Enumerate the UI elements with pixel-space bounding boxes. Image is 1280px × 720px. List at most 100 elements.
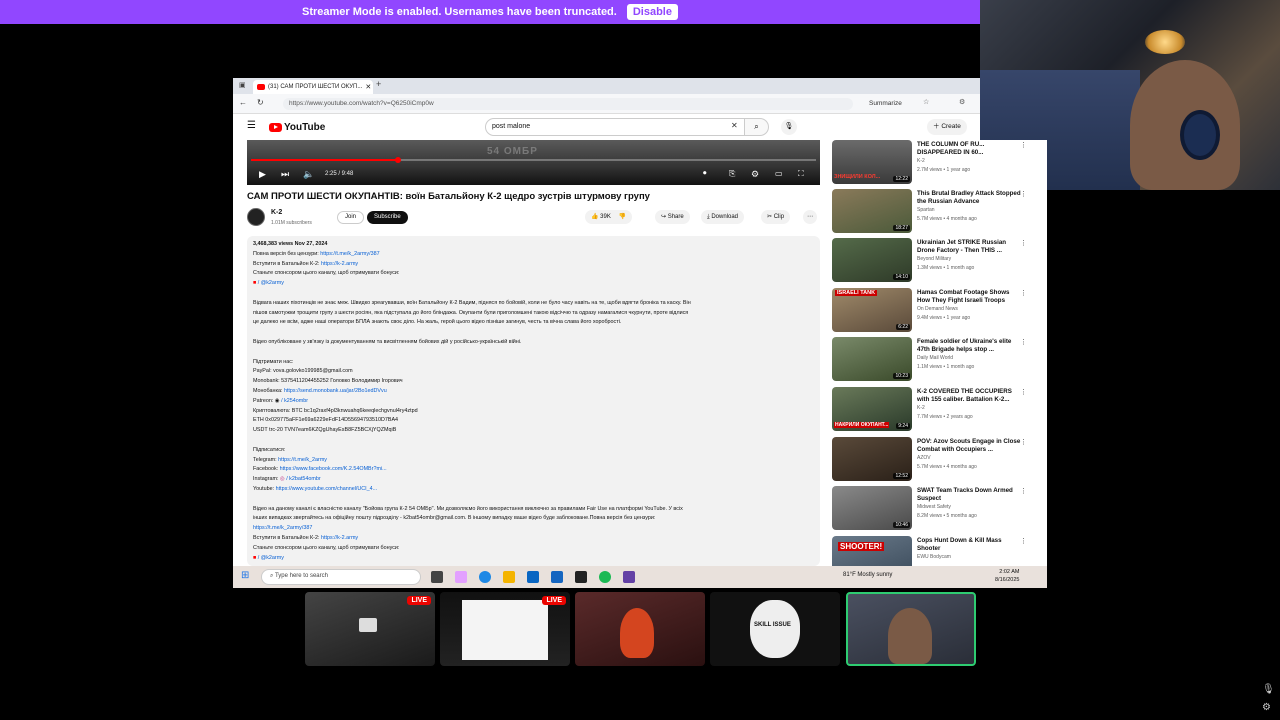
video-progress-bar[interactable] xyxy=(251,157,816,163)
recommendation-title[interactable]: Cops Hunt Down & Kill Mass Shooter xyxy=(917,537,1023,553)
desc-link[interactable]: / k2bat54ombr xyxy=(286,476,320,482)
refresh-icon[interactable]: ↻ xyxy=(257,98,264,107)
recommendation-thumbnail[interactable]: ISRAELI TANK 6:22 xyxy=(832,288,912,332)
more-vert-icon[interactable]: ⋮ xyxy=(1020,388,1027,396)
video-description[interactable]: 3,468,383 views Nov 27, 2024 Повна версі… xyxy=(247,236,820,566)
more-vert-icon[interactable]: ⋮ xyxy=(1020,190,1027,198)
desc-link[interactable]: / @k2army xyxy=(258,555,284,561)
stream-thumbnail[interactable]: LIVE xyxy=(305,592,435,666)
recommendation-title[interactable]: K-2 COVERED THE OCCUPIERS with 155 calib… xyxy=(917,388,1023,404)
desc-link[interactable]: / k254ombr xyxy=(281,398,308,404)
more-vert-icon[interactable]: ⋮ xyxy=(1020,438,1027,446)
stream-thumbnail[interactable]: LIVE xyxy=(440,592,570,666)
twitch-icon[interactable] xyxy=(623,571,635,583)
youtube-logo[interactable]: YouTube xyxy=(269,122,325,133)
recommendation-item[interactable]: 14:10 Ukrainian Jet STRIKE Russian Drone… xyxy=(832,238,1037,284)
more-vert-icon[interactable]: ⋮ xyxy=(1020,338,1027,346)
recommendation-title[interactable]: THE COLUMN OF RU... DISAPPEARED IN 60... xyxy=(917,141,1023,157)
recommendation-title[interactable]: Hamas Combat Footage Shows How They Figh… xyxy=(917,289,1023,305)
thumbs-down-icon[interactable]: 👎 xyxy=(619,214,626,220)
recommendation-item[interactable]: ЗНИЩИЛИ КОЛ... 12:22 THE COLUMN OF RU...… xyxy=(832,140,1037,186)
recommendation-title[interactable]: Female soldier of Ukraine's elite 47th B… xyxy=(917,338,1023,354)
spotify-icon[interactable] xyxy=(599,571,611,583)
tab-close-icon[interactable]: ✕ xyxy=(365,83,371,91)
back-icon[interactable]: ← xyxy=(239,98,247,107)
desc-link[interactable]: https://t.me/k_2army xyxy=(278,457,327,463)
recommendation-item[interactable]: ISRAELI TANK 6:22 Hamas Combat Footage S… xyxy=(832,288,1037,334)
stream-thumbnail-selected[interactable] xyxy=(846,592,976,666)
microphone-icon[interactable]: 🎙 xyxy=(1262,684,1275,695)
recommendation-item[interactable]: НАКРИЛИ ОКУПАНТ... 9:24 K-2 COVERED THE … xyxy=(832,387,1037,433)
app-icon[interactable] xyxy=(455,571,467,583)
desc-link[interactable]: https://k-2.army xyxy=(321,261,358,267)
subscribe-button[interactable]: Subscribe xyxy=(367,211,408,224)
more-vert-icon[interactable]: ⋮ xyxy=(1020,289,1027,297)
recommendation-thumbnail[interactable]: SHOOTER! xyxy=(832,536,912,566)
settings-gear-icon[interactable]: ⚙ xyxy=(751,169,759,180)
play-icon[interactable]: ▶ xyxy=(259,169,266,180)
weather-widget[interactable]: 81°F Mostly sunny xyxy=(843,572,892,578)
video-scrubber-handle[interactable] xyxy=(394,157,401,163)
recommendation-item[interactable]: 12:52 POV: Azov Scouts Engage in Close C… xyxy=(832,437,1037,483)
more-vert-icon[interactable]: ⋮ xyxy=(1020,141,1027,149)
recommendation-item[interactable]: SHOOTER! Cops Hunt Down & Kill Mass Shoo… xyxy=(832,536,1037,566)
taskbar-clock[interactable]: 2:02 AM 8/16/2025 xyxy=(995,568,1019,584)
tab-youtube-video[interactable]: (31) САМ ПРОТИ ШЕСТИ ОКУП... ✕ xyxy=(253,80,373,94)
recommendation-thumbnail[interactable]: НАКРИЛИ ОКУПАНТ... 9:24 xyxy=(832,387,912,431)
recommendation-thumbnail[interactable]: 12:52 xyxy=(832,437,912,481)
recommendation-thumbnail[interactable]: 10:23 xyxy=(832,337,912,381)
channel-avatar[interactable] xyxy=(247,208,265,226)
create-button[interactable]: ＋ Create xyxy=(927,119,967,135)
desc-link[interactable]: https://www.facebook.com/K.2.54OMBr?mi..… xyxy=(280,466,387,472)
desc-link[interactable]: / @k2army xyxy=(258,280,284,286)
channel-name[interactable]: K-2 xyxy=(271,209,282,216)
mail-icon[interactable] xyxy=(551,571,563,583)
store-icon[interactable] xyxy=(527,571,539,583)
recommendation-item[interactable]: 18:27 This Brutal Bradley Attack Stopped… xyxy=(832,189,1037,235)
taskbar-search-input[interactable]: ⌕ Type here to search xyxy=(261,569,421,585)
recommendation-thumbnail[interactable]: 14:10 xyxy=(832,238,912,282)
voice-search-button[interactable]: 🎙 xyxy=(781,119,797,135)
autoplay-toggle[interactable]: ⏺ xyxy=(703,170,707,178)
join-button[interactable]: Join xyxy=(337,211,365,224)
theater-mode-icon[interactable]: ▭ xyxy=(775,169,783,178)
new-tab-icon[interactable]: + xyxy=(376,79,381,89)
recommendation-title[interactable]: This Brutal Bradley Attack Stopped the R… xyxy=(917,190,1023,206)
file-explorer-icon[interactable] xyxy=(503,571,515,583)
recommendation-title[interactable]: POV: Azov Scouts Engage in Close Combat … xyxy=(917,438,1023,454)
obs-icon[interactable] xyxy=(575,571,587,583)
stream-thumbnail[interactable] xyxy=(575,592,705,666)
disable-streamer-mode-button[interactable]: Disable xyxy=(626,4,678,20)
share-button[interactable]: ↪ Share xyxy=(655,210,690,224)
extensions-icon[interactable]: ⚙ xyxy=(959,98,965,106)
more-vert-icon[interactable]: ⋮ xyxy=(1020,537,1027,545)
recommendation-title[interactable]: SWAT Team Tracks Down Armed Suspect xyxy=(917,487,1023,503)
tab-actions-icon[interactable]: ▣ xyxy=(239,81,246,89)
desc-link[interactable]: https://t.me/k_2army/387 xyxy=(320,251,379,257)
download-button[interactable]: ⤓ Download xyxy=(701,210,745,224)
video-player[interactable]: 54 ОМБР ▶ ⏭ 🔈 2:25 / 9:48 ⏺ ⎘ ⚙ ▭ ⛶ xyxy=(247,140,820,185)
more-vert-icon[interactable]: ⋮ xyxy=(1020,239,1027,247)
search-button[interactable]: ⌕ xyxy=(745,118,769,136)
desc-link[interactable]: https://k-2.army xyxy=(321,535,358,541)
windows-start-icon[interactable]: ⊞ xyxy=(241,570,249,581)
recommendation-thumbnail[interactable]: ЗНИЩИЛИ КОЛ... 12:22 xyxy=(832,140,912,184)
captions-icon[interactable]: ⎘ xyxy=(729,169,735,179)
bookmark-icon[interactable]: ☆ xyxy=(923,98,929,106)
clear-search-icon[interactable]: ✕ xyxy=(731,121,738,130)
fullscreen-icon[interactable]: ⛶ xyxy=(798,169,804,179)
next-icon[interactable]: ⏭ xyxy=(281,169,289,180)
search-input[interactable]: post malone xyxy=(485,118,745,136)
clip-button[interactable]: ✂ Clip xyxy=(761,210,791,224)
more-vert-icon[interactable]: ⋮ xyxy=(1020,487,1027,495)
url-field[interactable]: https://www.youtube.com/watch?v=Q6250iCm… xyxy=(283,98,853,110)
summarize-button[interactable]: Summarize xyxy=(869,100,902,107)
stream-thumbnail[interactable]: SKILL ISSUE xyxy=(710,592,840,666)
task-view-icon[interactable] xyxy=(431,571,443,583)
recommendation-title[interactable]: Ukrainian Jet STRIKE Russian Drone Facto… xyxy=(917,239,1023,255)
recommendation-thumbnail[interactable]: 10:46 xyxy=(832,486,912,530)
like-button[interactable]: 👍 39K 👎 xyxy=(585,210,632,224)
desc-link[interactable]: https://www.youtube.com/channel/UCI_4... xyxy=(276,486,378,492)
settings-icon[interactable]: ⚙ xyxy=(1262,702,1271,713)
hamburger-menu-icon[interactable]: ☰ xyxy=(247,120,256,131)
